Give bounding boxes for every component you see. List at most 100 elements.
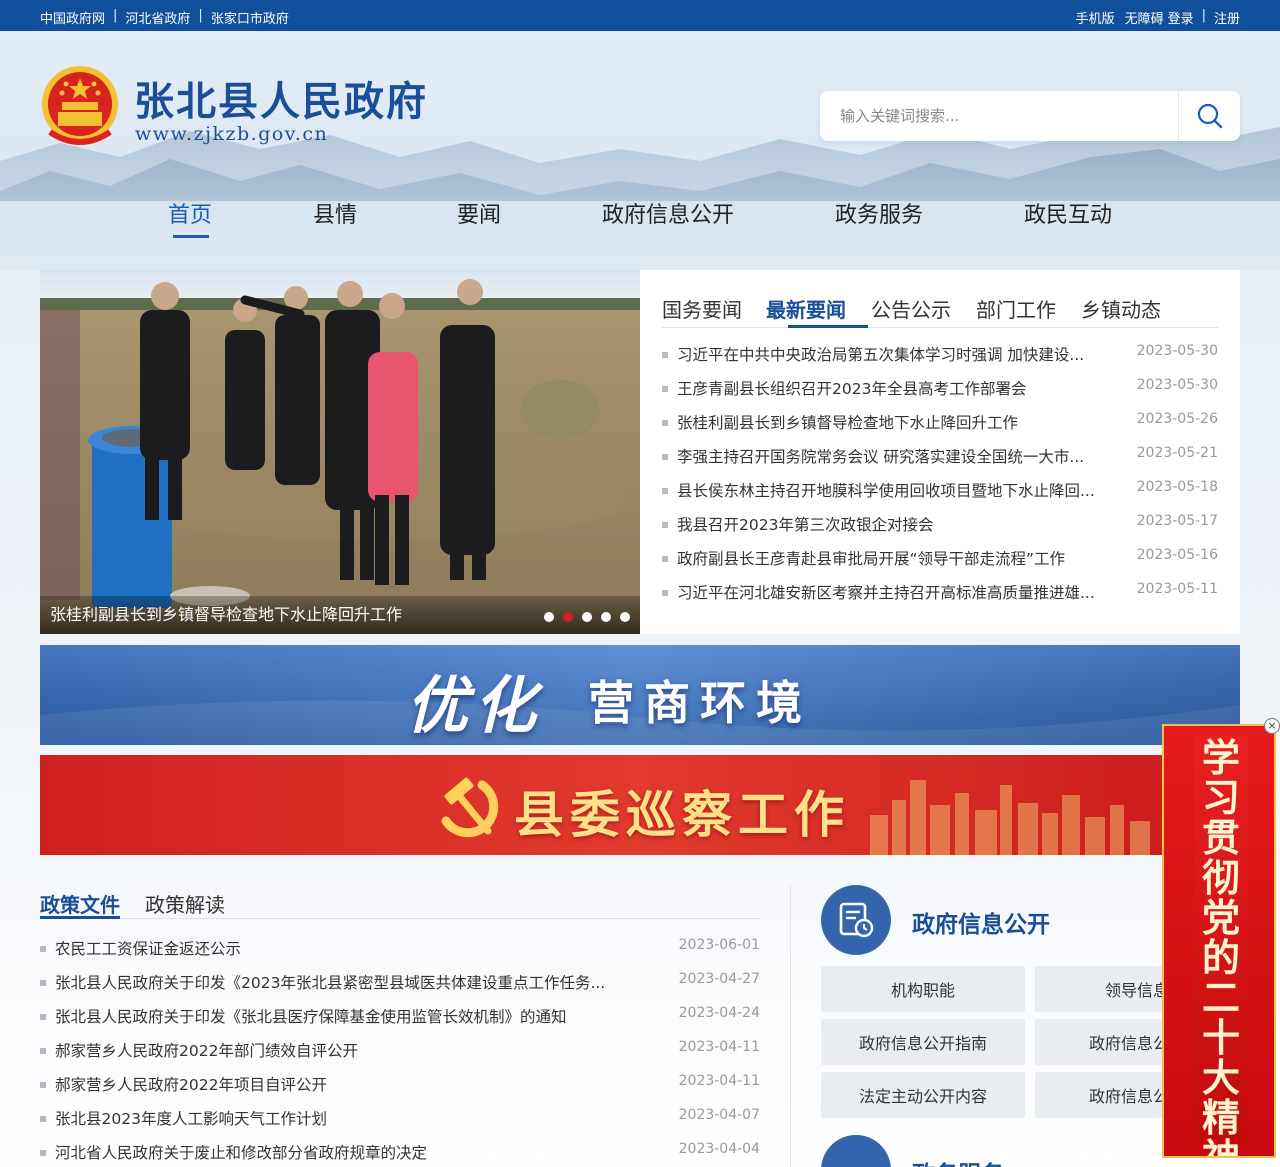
- news-title[interactable]: 我县召开2023年第三次政银企对接会: [677, 513, 1117, 535]
- slider-dot[interactable]: [582, 612, 592, 622]
- mobile-version-link[interactable]: 手机版: [1076, 8, 1115, 27]
- banner2-text: 县委巡察工作: [514, 786, 850, 844]
- policy-date: 2023-04-11: [678, 1039, 760, 1055]
- list-item: 我县召开2023年第三次政银企对接会 2023-05-17: [662, 513, 1218, 547]
- site-header: 张北县人民政府 www.zjkzb.gov.cn 首页 县情 要闻 政府信息公开…: [0, 31, 1280, 270]
- policy-date: 2023-04-07: [678, 1107, 760, 1123]
- news-title[interactable]: 习近平在河北雄安新区考察并主持召开高标准高质量推进雄...: [677, 581, 1117, 603]
- bullet: [662, 352, 668, 358]
- tab-policy-interpretation[interactable]: 政策解读: [145, 889, 225, 918]
- policy-list: 农民工工资保证金返还公示 2023-06-01 张北县人民政府关于印发《2023年…: [40, 937, 760, 1167]
- policy-tabs: 政策文件 政策解读: [40, 885, 760, 919]
- news-title[interactable]: 李强主持召开国务院常务会议 研究落实建设全国统一大市...: [677, 445, 1117, 467]
- list-item: 习近平在中共中央政治局第五次集体学习时强调 加快建设... 2023-05-30: [662, 343, 1218, 377]
- bullet: [40, 1082, 46, 1088]
- list-item: 张北县人民政府关于印发《2023年张北县紧密型县域医共体建设重点工作任务... 2…: [40, 971, 760, 1005]
- news-slider[interactable]: 张桂利副县长到乡镇督导检查地下水止降回升工作: [40, 270, 640, 634]
- gov-info-statutory-content[interactable]: 法定主动公开内容: [821, 1072, 1025, 1118]
- gov-services-heading: 政务服务: [912, 1155, 1004, 1167]
- document-clock-icon: [839, 902, 874, 938]
- policy-date: 2023-04-11: [678, 1073, 760, 1089]
- nav-home[interactable]: 首页: [168, 197, 212, 229]
- news-title[interactable]: 王彦青副县长组织召开2023年全县高考工作部署会: [677, 377, 1117, 399]
- news-tabs: 国务要闻 最新要闻 公告公示 部门工作 乡镇动态: [662, 294, 1218, 328]
- list-item: 县长侯东林主持召开地膜科学使用回收项目暨地下水止降回... 2023-05-18: [662, 479, 1218, 513]
- news-date: 2023-05-30: [1136, 343, 1218, 359]
- tab-state-news[interactable]: 国务要闻: [662, 294, 742, 323]
- bullet: [662, 420, 668, 426]
- news-date: 2023-05-18: [1136, 479, 1218, 495]
- slider-dot[interactable]: [620, 612, 630, 622]
- policy-title[interactable]: 张北县2023年度人工影响天气工作计划: [55, 1107, 625, 1129]
- news-date: 2023-05-21: [1136, 445, 1218, 461]
- slider-dot-active[interactable]: [563, 612, 573, 622]
- policy-title[interactable]: 河北省人民政府关于废止和修改部分省政府规章的决定: [55, 1141, 625, 1163]
- gov-services-icon-circle: [821, 1135, 891, 1167]
- bullet: [40, 980, 46, 986]
- bullet: [662, 488, 668, 494]
- nav-interaction[interactable]: 政民互动: [1024, 197, 1112, 229]
- nav-active-underline: [173, 235, 209, 238]
- news-title[interactable]: 县长侯东林主持召开地膜科学使用回收项目暨地下水止降回...: [677, 479, 1117, 501]
- login-link[interactable]: 登录: [1168, 8, 1194, 27]
- news-panel: 国务要闻 最新要闻 公告公示 部门工作 乡镇动态 习近平在中共中央政治局第五次集…: [640, 270, 1240, 634]
- gov-info-org-functions[interactable]: 机构职能: [821, 966, 1025, 1012]
- list-item: 农民工工资保证金返还公示 2023-06-01: [40, 937, 760, 971]
- search-input[interactable]: [820, 91, 1178, 141]
- policy-title[interactable]: 张北县人民政府关于印发《张北县医疗保障基金使用监管长效机制》的通知: [55, 1005, 625, 1027]
- list-item: 习近平在河北雄安新区考察并主持召开高标准高质量推进雄... 2023-05-11: [662, 581, 1218, 615]
- slider-dot[interactable]: [544, 612, 554, 622]
- news-title[interactable]: 张桂利副县长到乡镇督导检查地下水止降回升工作: [677, 411, 1117, 433]
- slider-caption[interactable]: 张桂利副县长到乡镇督导检查地下水止降回升工作: [50, 601, 402, 625]
- policy-title[interactable]: 郝家营乡人民政府2022年项目自评公开: [55, 1073, 625, 1095]
- link-hebei-gov[interactable]: 河北省政府: [125, 8, 190, 27]
- news-date: 2023-05-17: [1136, 513, 1218, 529]
- link-zhangjiakou-gov[interactable]: 张家口市政府: [211, 8, 289, 27]
- policy-date: 2023-04-24: [678, 1005, 760, 1021]
- news-title[interactable]: 政府副县长王彦青赴县审批局开展“领导干部走流程”工作: [677, 547, 1117, 569]
- banner1-bold-text: 优化: [406, 669, 543, 742]
- news-list: 习近平在中共中央政治局第五次集体学习时强调 加快建设... 2023-05-30 …: [662, 343, 1218, 615]
- business-environment-banner[interactable]: 优化 营商环境: [40, 645, 1240, 745]
- tab-policy-documents[interactable]: 政策文件: [40, 889, 120, 918]
- tab-announcements[interactable]: 公告公示: [871, 294, 951, 323]
- policy-title[interactable]: 张北县人民政府关于印发《2023年张北县紧密型县域医共体建设重点工作任务...: [55, 971, 625, 993]
- slider-dots: [544, 612, 630, 622]
- news-title[interactable]: 习近平在中共中央政治局第五次集体学习时强调 加快建设...: [677, 343, 1117, 365]
- policy-title[interactable]: 农民工工资保证金返还公示: [55, 937, 625, 959]
- policy-tab-underline: [40, 916, 120, 919]
- bullet: [662, 386, 668, 392]
- link-central-gov[interactable]: 中国政府网: [40, 8, 105, 27]
- list-item: 张北县2023年度人工影响天气工作计划 2023-04-07: [40, 1107, 760, 1141]
- slider-dot[interactable]: [601, 612, 611, 622]
- register-link[interactable]: 注册: [1214, 8, 1240, 27]
- inspection-banner[interactable]: 县委巡察工作: [40, 755, 1240, 855]
- news-date: 2023-05-11: [1136, 581, 1218, 597]
- bullet: [662, 522, 668, 528]
- floating-study-banner[interactable]: 学习贯彻党的二十大精神: [1162, 724, 1276, 1158]
- list-item: 王彦青副县长组织召开2023年全县高考工作部署会 2023-05-30: [662, 377, 1218, 411]
- nav-county-info[interactable]: 县情: [313, 197, 357, 229]
- tab-latest-news[interactable]: 最新要闻: [766, 294, 846, 323]
- tab-township-news[interactable]: 乡镇动态: [1081, 294, 1161, 323]
- nav-news[interactable]: 要闻: [457, 197, 501, 229]
- gov-info-guide[interactable]: 政府信息公开指南: [821, 1019, 1025, 1065]
- top-bar: 中国政府网 | 河北省政府 | 张家口市政府 手机版 无障碍 登录 | 注册: [0, 0, 1280, 31]
- list-item: 郝家营乡人民政府2022年部门绩效自评公开 2023-04-11: [40, 1039, 760, 1073]
- news-date: 2023-05-26: [1136, 411, 1218, 427]
- separator: |: [1201, 8, 1206, 23]
- nav-gov-info-open[interactable]: 政府信息公开: [602, 197, 734, 229]
- top-right-links: 手机版 无障碍 登录 | 注册: [1076, 8, 1240, 27]
- policy-title[interactable]: 郝家营乡人民政府2022年部门绩效自评公开: [55, 1039, 625, 1061]
- tab-department-work[interactable]: 部门工作: [976, 294, 1056, 323]
- bullet: [40, 1014, 46, 1020]
- nav-gov-services[interactable]: 政务服务: [835, 197, 923, 229]
- list-item: 河北省人民政府关于废止和修改部分省政府规章的决定 2023-04-04: [40, 1141, 760, 1167]
- accessibility-link[interactable]: 无障碍: [1125, 8, 1164, 27]
- column-divider: [790, 885, 791, 1167]
- bullet: [662, 590, 668, 596]
- list-item: 政府副县长王彦青赴县审批局开展“领导干部走流程”工作 2023-05-16: [662, 547, 1218, 581]
- close-icon[interactable]: ×: [1264, 718, 1280, 734]
- hammer-sickle-icon: [441, 777, 499, 838]
- search-button[interactable]: [1179, 91, 1240, 141]
